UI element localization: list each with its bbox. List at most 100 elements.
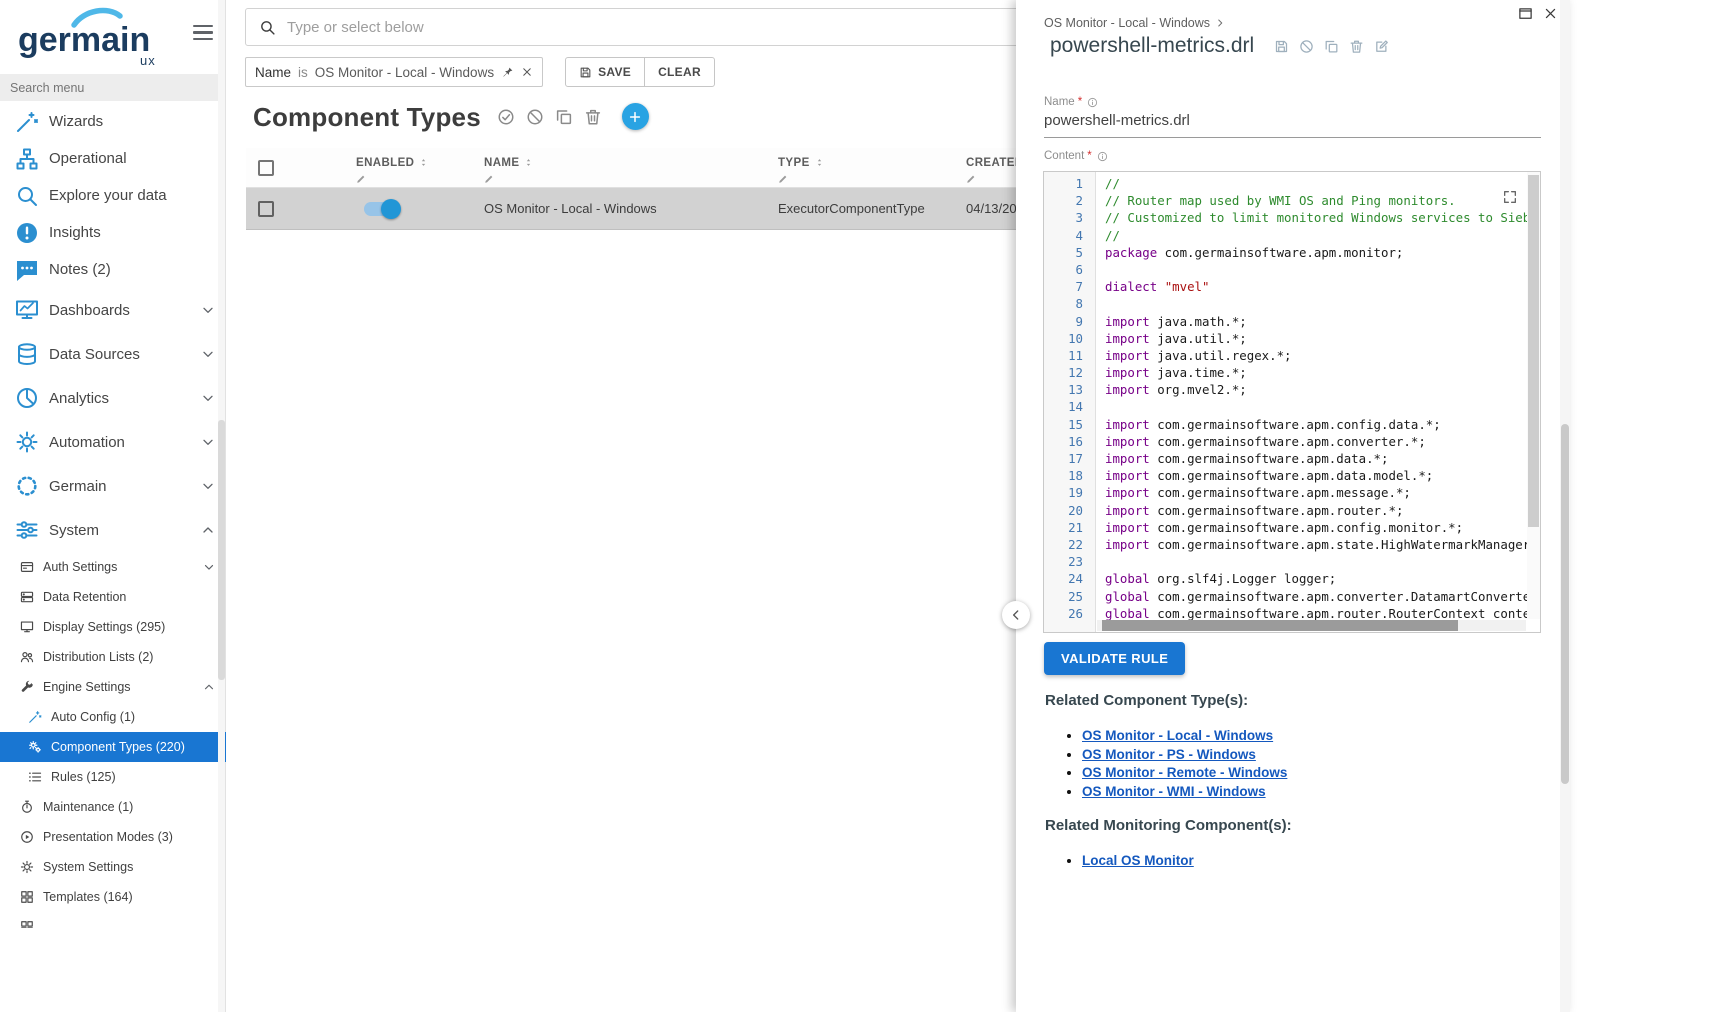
sidebar-item-partial[interactable] <box>0 912 226 928</box>
drawer-window-controls <box>1518 6 1558 21</box>
enabled-toggle[interactable] <box>364 202 398 216</box>
enable-check-circle-icon[interactable] <box>497 108 515 126</box>
grid-icon <box>20 890 34 904</box>
sidebar-item-germain[interactable]: Germain <box>0 464 226 508</box>
code-editor[interactable]: 1//2// Router map used by WMI OS and Pin… <box>1043 171 1541 633</box>
name-input[interactable]: powershell-metrics.drl <box>1044 108 1541 138</box>
disable-block-icon[interactable] <box>1299 39 1314 54</box>
related-monitoring-link[interactable]: Local OS Monitor <box>1082 853 1194 868</box>
validate-rule-button[interactable]: VALIDATE RULE <box>1044 642 1185 675</box>
sidebar-item-system[interactable]: System <box>0 508 226 552</box>
related-type-link[interactable]: OS Monitor - WMI - Windows <box>1082 784 1266 799</box>
sidebar-menu: Wizards Operational Explore your data In… <box>0 103 226 928</box>
list-item: OS Monitor - Remote - Windows <box>1082 764 1287 783</box>
trash-icon[interactable] <box>1349 39 1364 54</box>
column-header-enabled[interactable]: ENABLED <box>342 148 470 187</box>
breadcrumb[interactable]: OS Monitor - Local - Windows <box>1044 16 1226 30</box>
germain-logo-icon <box>15 474 39 498</box>
filter-operator: is <box>298 65 308 80</box>
sidebar-item-rules[interactable]: Rules (125) <box>0 762 226 792</box>
maximize-window-icon[interactable] <box>1518 6 1533 21</box>
sidebar-item-display-settings[interactable]: Display Settings (295) <box>0 612 226 642</box>
copy-icon[interactable] <box>1324 39 1339 54</box>
sidebar-item-data-retention[interactable]: Data Retention <box>0 582 226 612</box>
pushpin-icon[interactable] <box>501 66 514 79</box>
sidebar-item-auth-settings[interactable]: Auth Settings <box>0 552 226 582</box>
remove-filter-icon[interactable] <box>521 66 533 78</box>
editor-vertical-scrollbar[interactable] <box>1527 172 1540 619</box>
play-circle-icon <box>20 830 34 844</box>
sidebar-item-templates[interactable]: Templates (164) <box>0 882 226 912</box>
related-type-link[interactable]: OS Monitor - Remote - Windows <box>1082 765 1287 780</box>
sidebar-item-automation[interactable]: Automation <box>0 420 226 464</box>
disable-block-icon[interactable] <box>526 108 544 126</box>
sidebar-item-wizards[interactable]: Wizards <box>0 103 226 140</box>
sidebar-item-dashboards[interactable]: Dashboards <box>0 288 226 332</box>
page-header: Component Types <box>253 103 649 130</box>
chevron-down-icon <box>202 560 216 574</box>
wand-icon <box>28 710 42 724</box>
column-header-name[interactable]: NAME <box>470 148 764 187</box>
hamburger-menu-icon[interactable] <box>193 25 213 40</box>
fullscreen-icon[interactable] <box>1502 189 1518 205</box>
code-line: 23 <box>1044 553 1540 570</box>
sidebar-item-engine-settings[interactable]: Engine Settings <box>0 672 226 702</box>
code-line: 9import java.math.*; <box>1044 313 1540 330</box>
name-field: Name* powershell-metrics.drl <box>1044 96 1541 138</box>
content-label: Content <box>1044 150 1084 162</box>
save-filter-button[interactable]: SAVE <box>565 57 645 87</box>
gear-icon <box>20 860 34 874</box>
sort-icon[interactable] <box>419 158 428 167</box>
sidebar-item-component-types[interactable]: Component Types (220) <box>0 732 226 762</box>
filter-value: OS Monitor - Local - Windows <box>315 65 494 80</box>
filter-pencil-icon[interactable] <box>966 174 976 184</box>
related-type-link[interactable]: OS Monitor - Local - Windows <box>1082 728 1273 743</box>
info-icon <box>1097 151 1108 162</box>
chevron-down-icon <box>200 346 216 362</box>
sidebar-item-distribution-lists[interactable]: Distribution Lists (2) <box>0 642 226 672</box>
page-scrollbar[interactable] <box>1560 0 1570 1012</box>
code-line: 20import com.germainsoftware.apm.router.… <box>1044 502 1540 519</box>
sidebar-item-maintenance[interactable]: Maintenance (1) <box>0 792 226 822</box>
sidebar-item-system-settings[interactable]: System Settings <box>0 852 226 882</box>
list-item: OS Monitor - PS - Windows <box>1082 746 1287 765</box>
sidebar-item-operational[interactable]: Operational <box>0 140 226 177</box>
sidebar-item-analytics[interactable]: Analytics <box>0 376 226 420</box>
collapse-drawer-button[interactable] <box>1002 601 1030 629</box>
sidebar-search-input[interactable] <box>0 74 219 101</box>
trash-icon[interactable] <box>584 108 602 126</box>
filter-pencil-icon[interactable] <box>778 174 788 184</box>
close-icon[interactable] <box>1543 6 1558 21</box>
code-line: 19import com.germainsoftware.apm.message… <box>1044 484 1540 501</box>
sidebar-item-notes[interactable]: Notes (2) <box>0 251 226 288</box>
sidebar-item-insights[interactable]: Insights <box>0 214 226 251</box>
row-checkbox[interactable] <box>258 201 274 217</box>
sidebar-item-label: Templates (164) <box>43 890 133 904</box>
filter-pencil-icon[interactable] <box>484 174 494 184</box>
edit-icon[interactable] <box>1374 39 1389 54</box>
insights-icon <box>15 221 39 245</box>
related-type-link[interactable]: OS Monitor - PS - Windows <box>1082 747 1256 762</box>
code-line: 11import java.util.regex.*; <box>1044 347 1540 364</box>
code-line: 12import java.time.*; <box>1044 364 1540 381</box>
clear-filter-button[interactable]: CLEAR <box>644 57 715 87</box>
filter-chip[interactable]: Name is OS Monitor - Local - Windows <box>245 57 543 87</box>
sort-icon[interactable] <box>524 158 533 167</box>
filter-pencil-icon[interactable] <box>356 174 366 184</box>
sidebar-item-auto-config[interactable]: Auto Config (1) <box>0 702 226 732</box>
sidebar-item-data-sources[interactable]: Data Sources <box>0 332 226 376</box>
sidebar-scrollbar[interactable] <box>218 0 225 1012</box>
editor-horizontal-scrollbar[interactable] <box>1097 620 1526 631</box>
sidebar-item-label: System <box>49 522 99 539</box>
code-line: 2// Router map used by WMI OS and Ping m… <box>1044 192 1540 209</box>
select-all-checkbox[interactable] <box>258 160 274 176</box>
sort-icon[interactable] <box>815 158 824 167</box>
filter-field: Name <box>255 65 291 80</box>
related-monitoring-heading: Related Monitoring Component(s): <box>1045 817 1292 834</box>
add-component-type-button[interactable] <box>622 103 649 130</box>
save-icon[interactable] <box>1274 39 1289 54</box>
copy-icon[interactable] <box>555 108 573 126</box>
sidebar-item-presentation-modes[interactable]: Presentation Modes (3) <box>0 822 226 852</box>
column-header-type[interactable]: TYPE <box>764 148 952 187</box>
sidebar-item-explore[interactable]: Explore your data <box>0 177 226 214</box>
